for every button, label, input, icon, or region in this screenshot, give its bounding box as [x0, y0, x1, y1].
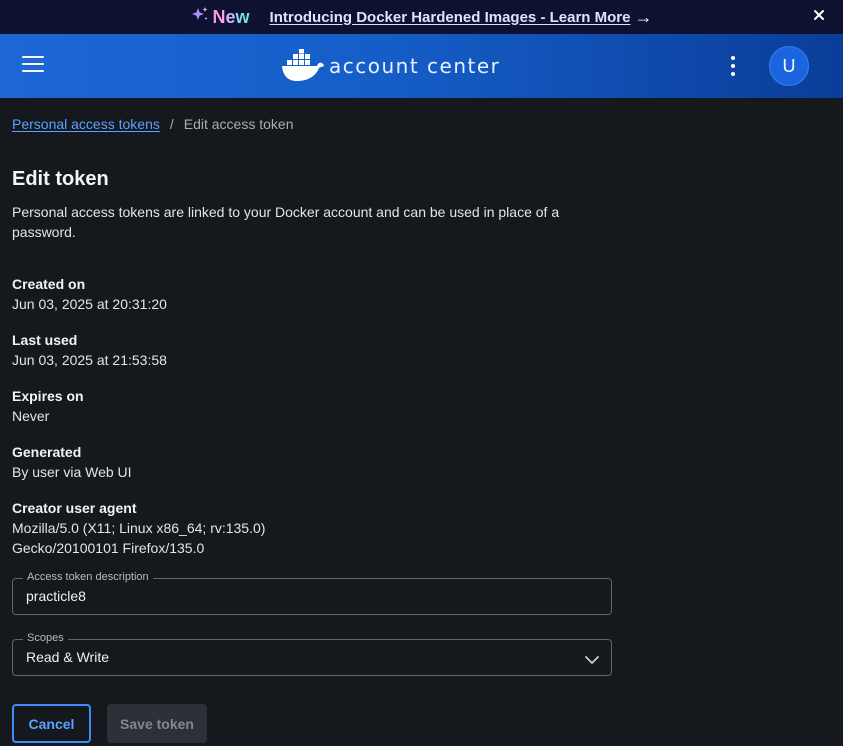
page-title: Edit token [12, 168, 109, 190]
scopes-label: Scopes [23, 632, 68, 644]
announcement-banner: New Introducing Docker Hardened Images -… [0, 0, 843, 34]
save-token-button[interactable]: Save token [107, 704, 207, 743]
breadcrumb-separator: / [169, 116, 174, 132]
generated-value: By user via Web UI [12, 464, 132, 480]
created-on-value: Jun 03, 2025 at 20:31:20 [12, 296, 167, 312]
docker-account-center-logo[interactable]: account center [281, 49, 500, 83]
access-token-description-field[interactable]: Access token description [12, 571, 612, 615]
expires-on-field: Expires on Never [12, 386, 612, 426]
last-used-value: Jun 03, 2025 at 21:53:58 [12, 352, 167, 368]
page-description: Personal access tokens are linked to you… [12, 204, 560, 240]
breadcrumb: Personal access tokens / Edit access tok… [12, 116, 293, 132]
access-token-description-input[interactable] [26, 588, 596, 604]
sparkle-icon [191, 6, 209, 26]
cancel-button[interactable]: Cancel [12, 704, 91, 743]
docker-whale-icon [282, 49, 324, 81]
more-options-button[interactable] [726, 54, 740, 78]
hardened-images-link[interactable]: Introducing Docker Hardened Images - Lea… [270, 9, 631, 26]
expires-on-label: Expires on [12, 388, 84, 404]
logo-wordmark: account center [329, 54, 501, 78]
last-used-field: Last used Jun 03, 2025 at 21:53:58 [12, 330, 612, 370]
creator-user-agent-value-line1: Mozilla/5.0 (X11; Linux x86_64; rv:135.0… [12, 520, 266, 536]
arrow-right-icon: → [634, 6, 653, 27]
access-token-description-label: Access token description [23, 571, 153, 583]
close-banner-button[interactable] [811, 9, 827, 25]
creator-user-agent-label: Creator user agent [12, 500, 137, 516]
close-icon [814, 10, 824, 20]
scopes-select[interactable]: Scopes Read & Write [12, 632, 612, 676]
generated-field: Generated By user via Web UI [12, 442, 612, 482]
new-badge: New [212, 6, 250, 27]
created-on-label: Created on [12, 276, 86, 292]
top-header: account center U [0, 34, 843, 98]
creator-user-agent-field: Creator user agent Mozilla/5.0 (X11; Lin… [12, 498, 612, 558]
hamburger-menu-button[interactable] [18, 56, 46, 76]
last-used-label: Last used [12, 332, 78, 348]
generated-label: Generated [12, 444, 82, 460]
scopes-selected-value: Read & Write [26, 649, 109, 665]
breadcrumb-current: Edit access token [183, 116, 294, 132]
chevron-down-icon [585, 652, 599, 664]
created-on-field: Created on Jun 03, 2025 at 20:31:20 [12, 274, 612, 314]
user-avatar[interactable]: U [769, 46, 809, 86]
creator-user-agent-value-line2: Gecko/20100101 Firefox/135.0 [12, 540, 205, 556]
expires-on-value: Never [12, 408, 50, 424]
breadcrumb-personal-access-tokens[interactable]: Personal access tokens [12, 116, 160, 132]
